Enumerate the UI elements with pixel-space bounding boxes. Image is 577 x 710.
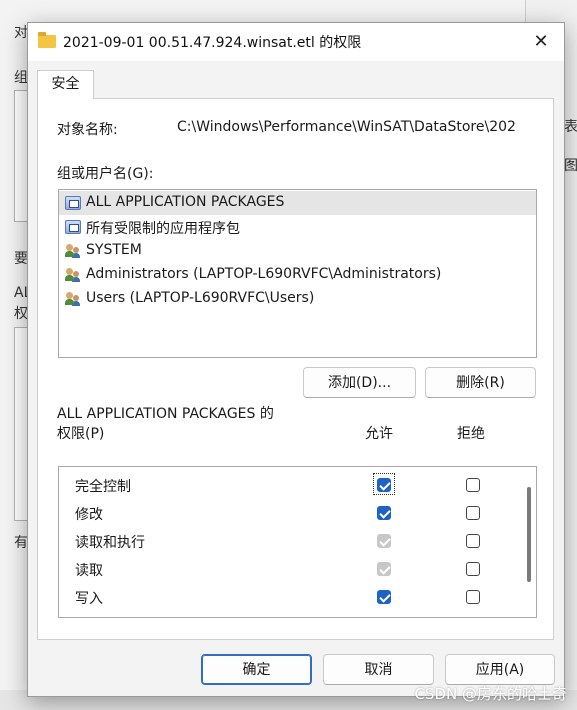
bg-label: 对 — [14, 25, 28, 41]
group-name: SYSTEM — [86, 242, 142, 258]
allow-header: 允许 — [365, 426, 393, 442]
permission-row: 修改 — [59, 499, 519, 527]
permission-row: 读取 — [59, 555, 519, 583]
remove-button[interactable]: 删除(R) — [425, 367, 536, 398]
deny-checkbox[interactable] — [466, 617, 480, 618]
deny-checkbox[interactable] — [466, 534, 480, 548]
allow-checkbox — [377, 534, 391, 548]
groups-listbox[interactable]: ALL APPLICATION PACKAGES 所有受限制的应用程序包 SYS… — [58, 189, 537, 358]
ok-button[interactable]: 确定 — [201, 654, 312, 685]
permission-name: 修改 — [75, 507, 103, 523]
list-item[interactable]: 所有受限制的应用程序包 — [59, 215, 536, 239]
deny-checkbox[interactable] — [466, 562, 480, 576]
list-item[interactable]: ALL APPLICATION PACKAGES — [59, 191, 536, 215]
deny-checkbox[interactable] — [466, 478, 480, 492]
permissions-title: ALL APPLICATION PACKAGES 的 — [57, 406, 274, 422]
bg-label: 权 — [14, 306, 28, 322]
permissions-list[interactable]: 完全控制 修改 读取和执行 读取 写入 — [58, 466, 537, 618]
bg-listbox — [14, 90, 28, 222]
group-name: ALL APPLICATION PACKAGES — [86, 194, 285, 210]
bg-label: 组 — [14, 70, 28, 86]
window-title: 2021-09-01 00.51.47.924.winsat.etl 的权限 — [63, 35, 362, 51]
deny-checkbox[interactable] — [466, 506, 480, 520]
permission-row-partial — [59, 611, 519, 618]
bg-label: 有 — [14, 535, 28, 551]
scrollbar-thumb[interactable] — [527, 487, 531, 582]
group-name: 所有受限制的应用程序包 — [86, 221, 240, 237]
bg-label: 要 — [14, 251, 28, 267]
permission-row: 写入 — [59, 583, 519, 611]
users-icon — [65, 244, 81, 258]
permissions-label: 权限(P) — [57, 426, 105, 442]
add-button[interactable]: 添加(D)... — [303, 367, 416, 398]
allow-checkbox — [377, 617, 391, 618]
users-icon — [65, 268, 81, 282]
group-name: Users (LAPTOP-L690RVFC\Users) — [86, 290, 315, 306]
deny-checkbox[interactable] — [466, 590, 480, 604]
tab-security[interactable]: 安全 — [37, 70, 94, 99]
close-button[interactable]: ✕ — [518, 23, 564, 61]
permissions-dialog: 2021-09-01 00.51.47.924.winsat.etl 的权限 ✕… — [27, 22, 565, 697]
package-icon — [65, 196, 81, 210]
cancel-button[interactable]: 取消 — [323, 654, 434, 685]
title-bar[interactable]: 2021-09-01 00.51.47.924.winsat.etl 的权限 ✕ — [28, 23, 564, 61]
permissions-scrollbar[interactable] — [526, 473, 532, 611]
watermark: CSDN @房东的哈士奇 — [414, 685, 567, 703]
bg-permbox — [14, 327, 28, 521]
permission-name: 读取和执行 — [75, 535, 145, 551]
permission-name: 写入 — [75, 591, 103, 607]
deny-header: 拒绝 — [457, 426, 485, 442]
permission-name: 读取 — [75, 563, 103, 579]
package-icon — [65, 220, 81, 234]
allow-checkbox[interactable] — [377, 590, 391, 604]
security-panel: 对象名称: C:\Windows\Performance\WinSAT\Data… — [37, 98, 554, 640]
users-icon — [65, 292, 81, 306]
permission-name: 完全控制 — [75, 479, 131, 495]
apply-button[interactable]: 应用(A) — [445, 654, 555, 685]
list-item[interactable]: Users (LAPTOP-L690RVFC\Users) — [59, 287, 536, 311]
object-name-label: 对象名称: — [57, 122, 118, 138]
permission-row: 完全控制 — [59, 471, 519, 499]
group-name: Administrators (LAPTOP-L690RVFC\Administ… — [86, 266, 442, 282]
allow-checkbox — [377, 562, 391, 576]
allow-checkbox[interactable] — [377, 506, 391, 520]
permission-row: 读取和执行 — [59, 527, 519, 555]
allow-checkbox[interactable] — [377, 478, 391, 492]
object-name-value: C:\Windows\Performance\WinSAT\DataStore\… — [177, 119, 516, 135]
bg-label: 表 — [564, 119, 577, 135]
list-item[interactable]: SYSTEM — [59, 239, 536, 263]
folder-icon — [38, 32, 56, 48]
list-item[interactable]: Administrators (LAPTOP-L690RVFC\Administ… — [59, 263, 536, 287]
bg-label: 图 — [564, 158, 577, 174]
groups-label: 组或用户名(G): — [57, 166, 154, 182]
